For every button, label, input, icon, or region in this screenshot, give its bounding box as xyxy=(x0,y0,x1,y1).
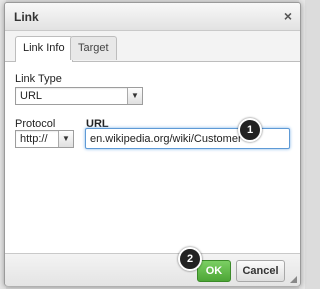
cancel-button[interactable]: Cancel xyxy=(236,260,285,282)
protocol-value: http:// xyxy=(20,133,48,145)
link-type-select[interactable]: URL ▼ xyxy=(15,87,143,105)
callout-step-2: 2 xyxy=(178,247,202,271)
tab-bar: Link Info Target xyxy=(5,31,300,62)
chevron-down-icon[interactable]: ▼ xyxy=(127,88,142,104)
dialog-footer: OK Cancel xyxy=(5,253,300,286)
link-type-label: Link Type xyxy=(15,73,62,85)
close-icon[interactable]: × xyxy=(284,8,292,24)
ok-button[interactable]: OK xyxy=(197,260,231,282)
dialog-body: Link Info Target Link Type URL ▼ Protoco… xyxy=(5,31,300,253)
protocol-select[interactable]: http:// ▼ xyxy=(15,130,74,148)
tab-link-info[interactable]: Link Info xyxy=(15,36,73,62)
tab-target[interactable]: Target xyxy=(70,36,117,60)
link-type-value: URL xyxy=(20,90,43,102)
protocol-label: Protocol xyxy=(15,118,56,130)
dialog-title: Link xyxy=(14,10,39,24)
resize-handle-icon[interactable] xyxy=(290,276,297,283)
link-dialog: Link × Link Info Target Link Type URL ▼ … xyxy=(4,2,301,286)
chevron-down-icon[interactable]: ▼ xyxy=(58,131,73,147)
dialog-titlebar[interactable]: Link × xyxy=(5,3,300,31)
callout-step-1: 1 xyxy=(238,118,262,142)
